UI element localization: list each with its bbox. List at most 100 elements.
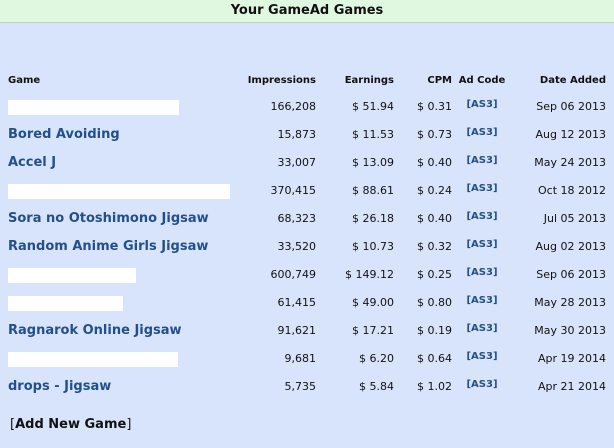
game-cell: Random Anime Girls Jigsaw xyxy=(8,233,226,261)
impressions-cell: 33,007 xyxy=(277,156,317,169)
date-added-cell: May 30 2013 xyxy=(534,324,606,337)
ad-code-link[interactable]: [AS3] xyxy=(466,155,497,166)
impressions-cell: 9,681 xyxy=(284,352,317,365)
earnings-cell: $ 17.21 xyxy=(352,324,394,337)
date-added-cell: Aug 02 2013 xyxy=(535,240,606,253)
redacted-game-name xyxy=(8,99,179,115)
ad-code-link[interactable]: [AS3] xyxy=(466,99,497,110)
column-header-ad-code: Ad Code xyxy=(458,75,506,86)
game-name-link[interactable]: Random Anime Girls Jigsaw xyxy=(8,239,208,254)
game-name-link[interactable]: Bored Avoiding xyxy=(8,127,120,142)
game-cell xyxy=(8,289,226,317)
game-cell xyxy=(8,345,226,373)
column-header-earnings: Earnings xyxy=(344,75,394,86)
ad-code-cell: [AS3] xyxy=(452,149,512,177)
add-new-game: [Add New Game] xyxy=(10,417,131,433)
table-row: 600,749 $ 149.12 $ 0.25 [AS3] Sep 06 2013 xyxy=(8,261,606,289)
cpm-cell: $ 0.64 xyxy=(417,352,452,365)
table-row: Random Anime Girls Jigsaw 33,520 $ 10.73 $ … xyxy=(8,233,606,261)
ad-code-link[interactable]: [AS3] xyxy=(466,267,497,278)
ad-code-cell: [AS3] xyxy=(452,261,512,289)
game-name-link[interactable]: Ragnarok Online Jigsaw xyxy=(8,323,182,338)
ad-code-link[interactable]: [AS3] xyxy=(466,127,497,138)
table-row: 370,415 $ 88.61 $ 0.24 [AS3] Oct 18 2012 xyxy=(8,177,606,205)
earnings-cell: $ 49.00 xyxy=(352,296,394,309)
table-row: drops - Jigsaw 5,735 $ 5.84 $ 1.02 [AS3] Apr … xyxy=(8,373,606,401)
cpm-cell: $ 0.24 xyxy=(417,184,452,197)
cpm-cell: $ 0.80 xyxy=(417,296,452,309)
date-added-cell: Sep 06 2013 xyxy=(536,100,606,113)
game-cell: Bored Avoiding xyxy=(8,121,226,149)
game-cell xyxy=(8,177,230,205)
ad-code-cell: [AS3] xyxy=(452,121,512,149)
game-cell: Accel J xyxy=(8,149,226,177)
redacted-game-name xyxy=(8,351,178,367)
game-cell: drops - Jigsaw xyxy=(8,373,226,401)
column-header-cpm: CPM xyxy=(427,75,452,86)
ad-code-link[interactable]: [AS3] xyxy=(466,211,497,222)
table-row: Accel J 33,007 $ 13.09 $ 0.40 [AS3] May 24 20… xyxy=(8,149,606,177)
games-table: Game Impressions Earnings CPM Ad Code Da… xyxy=(8,45,606,401)
ad-code-link[interactable]: [AS3] xyxy=(466,351,497,362)
ad-code-cell: [AS3] xyxy=(452,233,512,261)
ad-code-link[interactable]: [AS3] xyxy=(466,379,497,390)
impressions-cell: 15,873 xyxy=(277,128,317,141)
earnings-cell: $ 149.12 xyxy=(345,268,394,281)
game-name-link[interactable]: drops - Jigsaw xyxy=(8,379,111,394)
table-header-row: Game Impressions Earnings CPM Ad Code Da… xyxy=(8,45,606,93)
ad-code-cell: [AS3] xyxy=(452,345,512,373)
cpm-cell: $ 0.19 xyxy=(417,324,452,337)
game-name-link[interactable]: Sora no Otoshimono Jigsaw xyxy=(8,211,209,226)
impressions-cell: 61,415 xyxy=(277,296,317,309)
earnings-cell: $ 10.73 xyxy=(352,240,394,253)
date-added-cell: May 24 2013 xyxy=(534,156,606,169)
cpm-cell: $ 0.25 xyxy=(417,268,452,281)
redacted-game-name xyxy=(8,295,123,311)
impressions-cell: 370,415 xyxy=(270,184,317,197)
game-cell: Ragnarok Online Jigsaw xyxy=(8,317,226,345)
game-cell xyxy=(8,261,226,289)
impressions-cell: 5,735 xyxy=(284,380,317,393)
cpm-cell: $ 0.40 xyxy=(417,156,452,169)
date-added-cell: Sep 06 2013 xyxy=(536,268,606,281)
game-name-link[interactable]: Accel J xyxy=(8,155,56,170)
cpm-cell: $ 1.02 xyxy=(417,380,452,393)
earnings-cell: $ 51.94 xyxy=(352,100,394,113)
impressions-cell: 91,621 xyxy=(277,324,317,337)
add-new-game-link[interactable]: Add New Game xyxy=(15,417,126,432)
ad-code-cell: [AS3] xyxy=(452,205,512,233)
date-added-cell: May 28 2013 xyxy=(534,296,606,309)
ad-code-cell: [AS3] xyxy=(452,317,512,345)
cpm-cell: $ 0.31 xyxy=(417,100,452,113)
redacted-game-name xyxy=(8,183,230,199)
date-added-cell: Apr 21 2014 xyxy=(537,380,606,393)
ad-code-link[interactable]: [AS3] xyxy=(466,323,497,334)
date-added-cell: Apr 19 2014 xyxy=(537,352,606,365)
ad-code-cell: [AS3] xyxy=(452,93,512,121)
column-header-game: Game xyxy=(8,75,41,86)
add-new-game-close-bracket: ] xyxy=(126,417,132,432)
table-row: 61,415 $ 49.00 $ 0.80 [AS3] May 28 2013 xyxy=(8,289,606,317)
column-header-date-added: Date Added xyxy=(539,75,606,86)
date-added-cell: Oct 18 2012 xyxy=(537,184,606,197)
earnings-cell: $ 26.18 xyxy=(352,212,394,225)
impressions-cell: 600,749 xyxy=(270,268,317,281)
ad-code-link[interactable]: [AS3] xyxy=(466,183,497,194)
table-row: 166,208 $ 51.94 $ 0.31 [AS3] Sep 06 2013 xyxy=(8,93,606,121)
ad-code-cell: [AS3] xyxy=(452,177,512,205)
cpm-cell: $ 0.32 xyxy=(417,240,452,253)
ad-code-link[interactable]: [AS3] xyxy=(466,295,497,306)
ad-code-cell: [AS3] xyxy=(452,373,512,401)
column-header-impressions: Impressions xyxy=(247,75,316,86)
impressions-cell: 33,520 xyxy=(277,240,317,253)
ad-code-link[interactable]: [AS3] xyxy=(466,239,497,250)
game-cell xyxy=(8,93,226,121)
impressions-cell: 68,323 xyxy=(277,212,317,225)
cpm-cell: $ 0.40 xyxy=(417,212,452,225)
date-added-cell: Aug 12 2013 xyxy=(535,128,606,141)
impressions-cell: 166,208 xyxy=(270,100,317,113)
table-row: Sora no Otoshimono Jigsaw 68,323 $ 26.18 $ … xyxy=(8,205,606,233)
cpm-cell: $ 0.73 xyxy=(417,128,452,141)
earnings-cell: $ 11.53 xyxy=(352,128,394,141)
earnings-cell: $ 5.84 xyxy=(359,380,394,393)
